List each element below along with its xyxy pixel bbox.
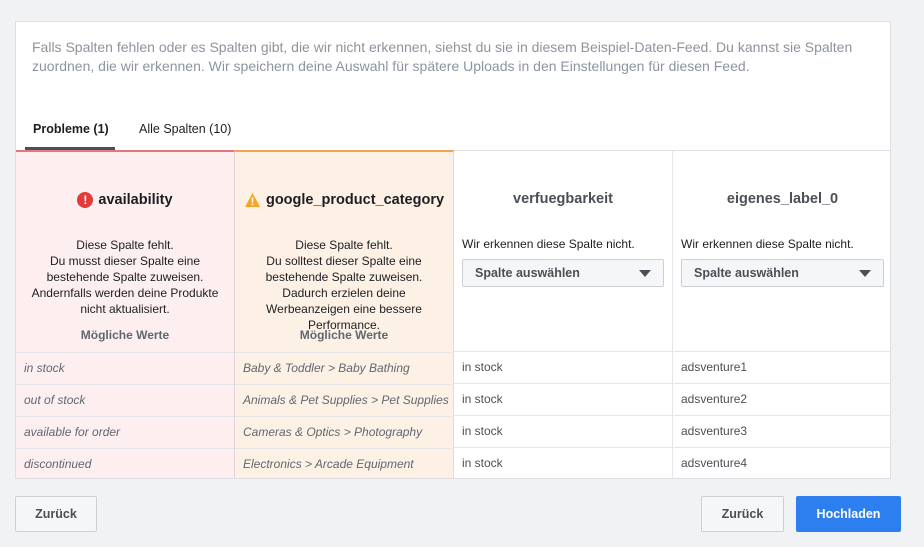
description-line: Diese Spalte fehlt. [295, 238, 393, 252]
intro-text: Falls Spalten fehlen oder es Spalten gib… [32, 39, 853, 74]
column-select-dropdown[interactable]: Spalte auswählen [681, 259, 884, 287]
column-description: Wir erkennen diese Spalte nicht. [681, 237, 854, 251]
possible-values-label: Mögliche Werte [299, 328, 389, 342]
value-cell: in stock [454, 447, 672, 478]
column-header: verfuegbarkeit [454, 191, 672, 207]
column-header: google_product_category [235, 192, 453, 208]
column-select-dropdown[interactable]: Spalte auswählen [462, 259, 664, 287]
chevron-down-icon [639, 270, 651, 277]
column-description: Wir erkennen diese Spalte nicht. [462, 237, 635, 251]
value-cell: adsventure1 [673, 351, 890, 383]
column-verfuegbarkeit: verfuegbarkeit Wir erkennen diese Spalte… [454, 150, 673, 478]
description-body: Du solltest dieser Spalte eine bestehend… [265, 254, 423, 332]
select-label: Spalte auswählen [475, 266, 580, 280]
value-cell: in stock [454, 383, 672, 415]
value-cell: out of stock [16, 384, 234, 416]
chevron-down-icon [859, 270, 871, 277]
back-button[interactable]: Zurück [701, 496, 784, 532]
column-description: Diese Spalte fehlt. Du solltest dieser S… [243, 237, 445, 333]
column-name: availability [98, 192, 173, 208]
tab-probleme[interactable]: Probleme (1) [25, 118, 115, 150]
column-header: ! availability [16, 192, 234, 208]
warning-icon [244, 193, 260, 207]
value-cell: available for order [16, 416, 234, 448]
column-header: eigenes_label_0 [673, 191, 890, 207]
back-button-left[interactable]: Zurück [15, 496, 97, 532]
column-grid: ! availability Diese Spalte fehlt. Du mu… [16, 150, 890, 478]
value-cell: discontinued [16, 448, 234, 478]
feed-mapping-card: Falls Spalten fehlen oder es Spalten gib… [15, 21, 891, 479]
column-eigenes-label-0: eigenes_label_0 Wir erkennen diese Spalt… [673, 150, 890, 478]
description-body: Du musst dieser Spalte eine bestehende S… [31, 254, 219, 316]
value-cell: in stock [16, 352, 234, 384]
value-cell: Animals & Pet Supplies > Pet Supplies [235, 384, 453, 416]
value-cell: adsventure3 [673, 415, 890, 447]
column-description: Diese Spalte fehlt. Du musst dieser Spal… [24, 237, 226, 317]
column-google-product-category: google_product_category Diese Spalte feh… [235, 150, 454, 478]
description-line: Diese Spalte fehlt. [76, 238, 174, 252]
column-name: eigenes_label_0 [726, 191, 839, 207]
column-name: google_product_category [265, 192, 445, 208]
value-cell: Baby & Toddler > Baby Bathing [235, 352, 453, 384]
value-cell: Cameras & Optics > Photography [235, 416, 453, 448]
column-name: verfuegbarkeit [513, 191, 613, 207]
value-cell: adsventure4 [673, 447, 890, 478]
value-cell: in stock [454, 415, 672, 447]
possible-values-label: Mögliche Werte [80, 328, 170, 342]
select-label: Spalte auswählen [694, 266, 799, 280]
value-cell: adsventure2 [673, 383, 890, 415]
upload-button[interactable]: Hochladen [796, 496, 901, 532]
error-icon: ! [77, 192, 94, 208]
value-cell: in stock [454, 351, 672, 383]
value-cell: Electronics > Arcade Equipment [235, 448, 453, 478]
column-availability: ! availability Diese Spalte fehlt. Du mu… [16, 150, 235, 478]
tab-alle-spalten[interactable]: Alle Spalten (10) [131, 118, 236, 150]
